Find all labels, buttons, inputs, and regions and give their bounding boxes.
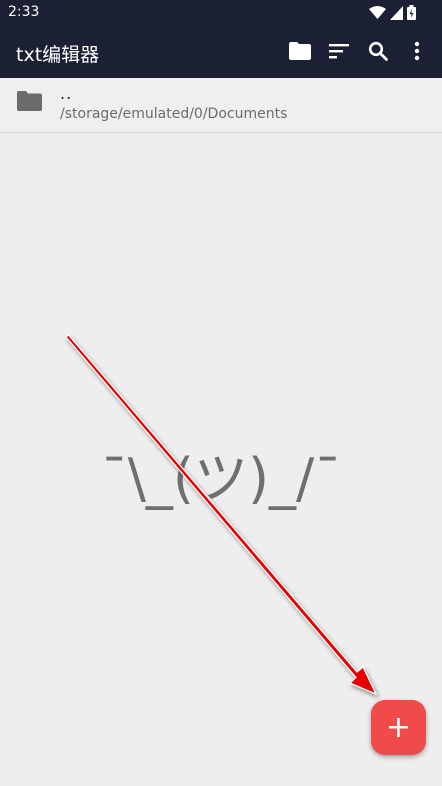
app-bar: txt编辑器 <box>0 24 442 78</box>
add-file-fab[interactable]: + <box>371 700 426 755</box>
more-options-button[interactable] <box>402 38 432 64</box>
status-time: 2:33 <box>8 4 40 20</box>
parent-directory-row[interactable]: .. /storage/emulated/0/Documents <box>0 78 442 133</box>
open-folder-button[interactable] <box>285 38 315 64</box>
more-vert-icon <box>414 41 420 61</box>
app-title: txt编辑器 <box>16 44 100 66</box>
empty-state-shrug: ¯\_(ツ)_/¯ <box>100 447 342 510</box>
wifi-icon <box>369 5 386 19</box>
search-icon <box>368 41 388 61</box>
current-path: /storage/emulated/0/Documents <box>60 106 288 122</box>
sort-icon <box>329 44 349 59</box>
battery-icon <box>407 5 416 20</box>
parent-directory-name: .. <box>60 84 73 103</box>
search-button[interactable] <box>363 38 393 64</box>
folder-icon <box>289 42 311 60</box>
status-bar: 2:33 <box>0 0 442 24</box>
sort-button[interactable] <box>324 38 354 64</box>
status-icons <box>369 5 416 20</box>
folder-icon <box>17 91 42 111</box>
signal-icon <box>390 5 403 20</box>
plus-icon: + <box>385 709 412 745</box>
